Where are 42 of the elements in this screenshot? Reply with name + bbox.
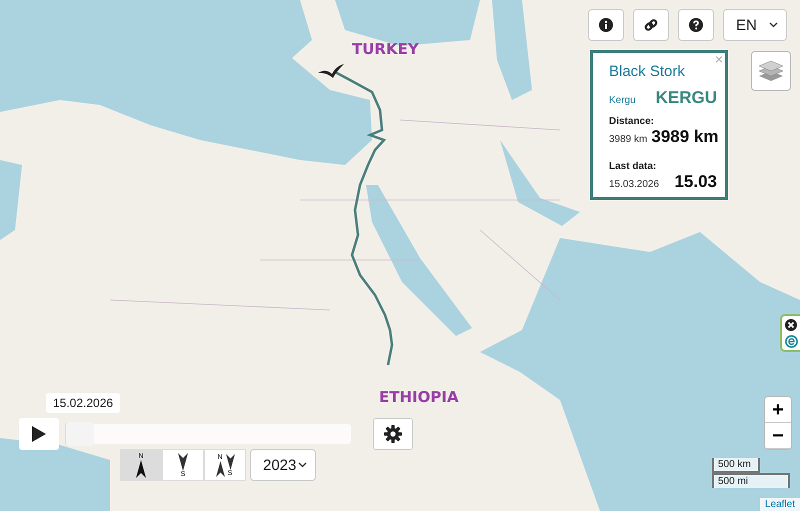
layers-button[interactable] — [751, 51, 791, 91]
last-data-value: 15.03.2026 — [609, 179, 660, 190]
scale-bar-imperial: 500 mi — [712, 473, 790, 488]
attribution-link[interactable]: Leaflet — [760, 498, 800, 511]
country-label: TURKEY — [352, 40, 419, 58]
last-data-label: Last data: — [609, 161, 658, 172]
distance-large: 3989 km — [651, 127, 718, 147]
bird-name: Kergu — [609, 95, 636, 106]
settings-button[interactable] — [373, 418, 413, 450]
bird-icon — [318, 64, 344, 78]
chevron-icon — [769, 22, 778, 28]
arrow-down-icon — [178, 452, 188, 470]
link-icon — [644, 18, 658, 32]
zoom-in-button[interactable]: + — [765, 397, 791, 423]
scale-bar-metric: 500 km — [712, 458, 760, 473]
zoom-out-button[interactable]: − — [765, 423, 791, 449]
arrow-up-icon — [216, 460, 224, 476]
timeline-slider[interactable] — [65, 424, 351, 444]
language-select[interactable]: EN — [723, 9, 787, 41]
date-tooltip: 15.02.2026 — [46, 393, 120, 413]
arrow-down-icon — [226, 454, 234, 470]
info-button[interactable] — [588, 9, 624, 41]
year-select[interactable]: 2023 — [250, 449, 316, 481]
slider-thumb[interactable] — [65, 422, 94, 446]
play-button[interactable] — [19, 418, 59, 450]
chevron-icon — [298, 462, 307, 468]
distance-label: Distance: — [609, 116, 656, 127]
letter-e-icon[interactable] — [784, 334, 798, 348]
settings-icon — [384, 425, 402, 443]
distance-value: 3989 km — [609, 134, 648, 145]
bird-name-large: KERGU — [656, 88, 717, 108]
popup-title: Black Stork — [609, 63, 686, 80]
arrow-up-icon — [136, 460, 146, 478]
play-icon — [32, 426, 46, 442]
link-button[interactable] — [633, 9, 669, 41]
layers-icon — [758, 59, 784, 83]
close-icon[interactable] — [785, 318, 797, 330]
country-label: ETHIOPIA — [379, 388, 459, 406]
help-button[interactable] — [678, 9, 714, 41]
info-icon — [599, 18, 613, 32]
help-icon — [689, 18, 703, 32]
last-data-large: 15.03 — [674, 172, 717, 192]
